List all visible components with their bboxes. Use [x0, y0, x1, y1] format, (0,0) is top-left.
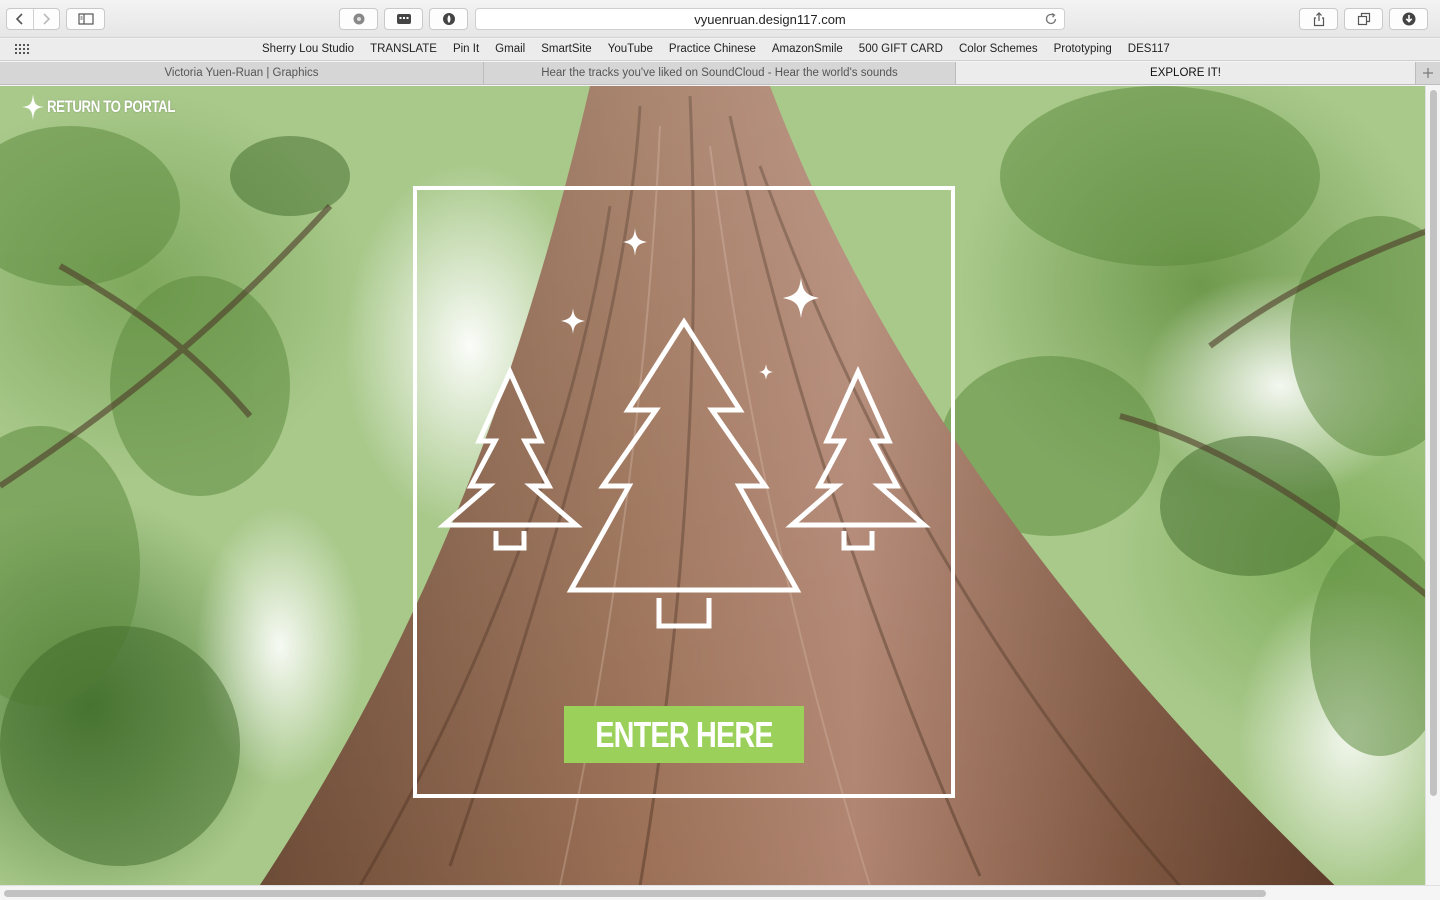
tab-victoria-graphics[interactable]: Victoria Yuen-Ruan | Graphics [0, 62, 484, 84]
bookmark-sherry-lou-studio[interactable]: Sherry Lou Studio [254, 43, 362, 55]
back-button[interactable] [7, 9, 33, 29]
bookmark-youtube[interactable]: YouTube [600, 43, 661, 55]
bookmark-des117[interactable]: DES117 [1120, 43, 1178, 55]
horizontal-scrollbar[interactable] [0, 885, 1440, 900]
keyboard-icon [396, 14, 411, 24]
bookmark-gmail[interactable]: Gmail [487, 43, 533, 55]
downloads-button[interactable] [1389, 8, 1428, 30]
extension-icon [353, 13, 364, 25]
vertical-scroll-thumb[interactable] [1430, 90, 1437, 796]
forward-button[interactable] [32, 9, 60, 29]
sidebar-icon [77, 13, 94, 25]
bookmark-practice-chinese[interactable]: Practice Chinese [661, 43, 764, 55]
plus-icon [1423, 68, 1433, 78]
return-to-portal-link[interactable]: RETURN TO PORTAL [22, 94, 211, 120]
download-icon [1402, 12, 1415, 26]
nav-buttons [6, 8, 60, 30]
enter-here-button[interactable]: ENTER HERE [564, 706, 804, 763]
enter-here-label: ENTER HERE [595, 713, 773, 755]
return-to-portal-label: RETURN TO PORTAL [47, 97, 176, 116]
bookmark-500-gift-card[interactable]: 500 GIFT CARD [851, 43, 951, 55]
page-content: RETURN TO PORTAL ENTER HERE [0, 86, 1440, 900]
bookmark-smartsite[interactable]: SmartSite [533, 43, 600, 55]
browser-toolbar: vyuenruan.design117.com [0, 0, 1440, 38]
reload-icon[interactable] [1044, 12, 1058, 26]
tab-explore-it[interactable]: EXPLORE IT! [956, 62, 1416, 84]
bookmark-amazonsmile[interactable]: AmazonSmile [764, 43, 851, 55]
vertical-scrollbar[interactable] [1425, 86, 1440, 885]
tabs-icon [1357, 12, 1370, 26]
tab-soundcloud[interactable]: Hear the tracks you've liked on SoundClo… [484, 62, 956, 84]
bookmark-list: Sherry Lou Studio TRANSLATE Pin It Gmail… [254, 43, 1178, 55]
privacy-icon [442, 13, 455, 25]
bookmark-prototyping[interactable]: Prototyping [1046, 43, 1120, 55]
new-tab-button[interactable] [1416, 62, 1440, 84]
tabs-overview-button[interactable] [1344, 8, 1383, 30]
horizontal-scroll-thumb[interactable] [4, 890, 1266, 897]
url-text: vyuenruan.design117.com [694, 12, 846, 27]
bookmark-pin-it[interactable]: Pin It [445, 43, 487, 55]
tab-bar: Victoria Yuen-Ruan | Graphics Hear the t… [0, 62, 1440, 85]
address-bar[interactable]: vyuenruan.design117.com [475, 8, 1065, 30]
extension-button-2[interactable] [384, 8, 423, 30]
extension-button-3[interactable] [429, 8, 468, 30]
share-icon [1313, 11, 1324, 26]
chevron-right-icon [43, 13, 51, 25]
bookmarks-bar: Sherry Lou Studio TRANSLATE Pin It Gmail… [0, 39, 1440, 61]
share-button[interactable] [1299, 8, 1338, 30]
bookmark-color-schemes[interactable]: Color Schemes [951, 43, 1046, 55]
chevron-left-icon [15, 13, 23, 25]
extension-button-1[interactable] [339, 8, 378, 30]
bookmark-translate[interactable]: TRANSLATE [362, 43, 445, 55]
sidebar-button[interactable] [66, 8, 105, 30]
sparkle-icon [22, 94, 44, 120]
top-sites-grid-icon[interactable] [15, 44, 30, 55]
